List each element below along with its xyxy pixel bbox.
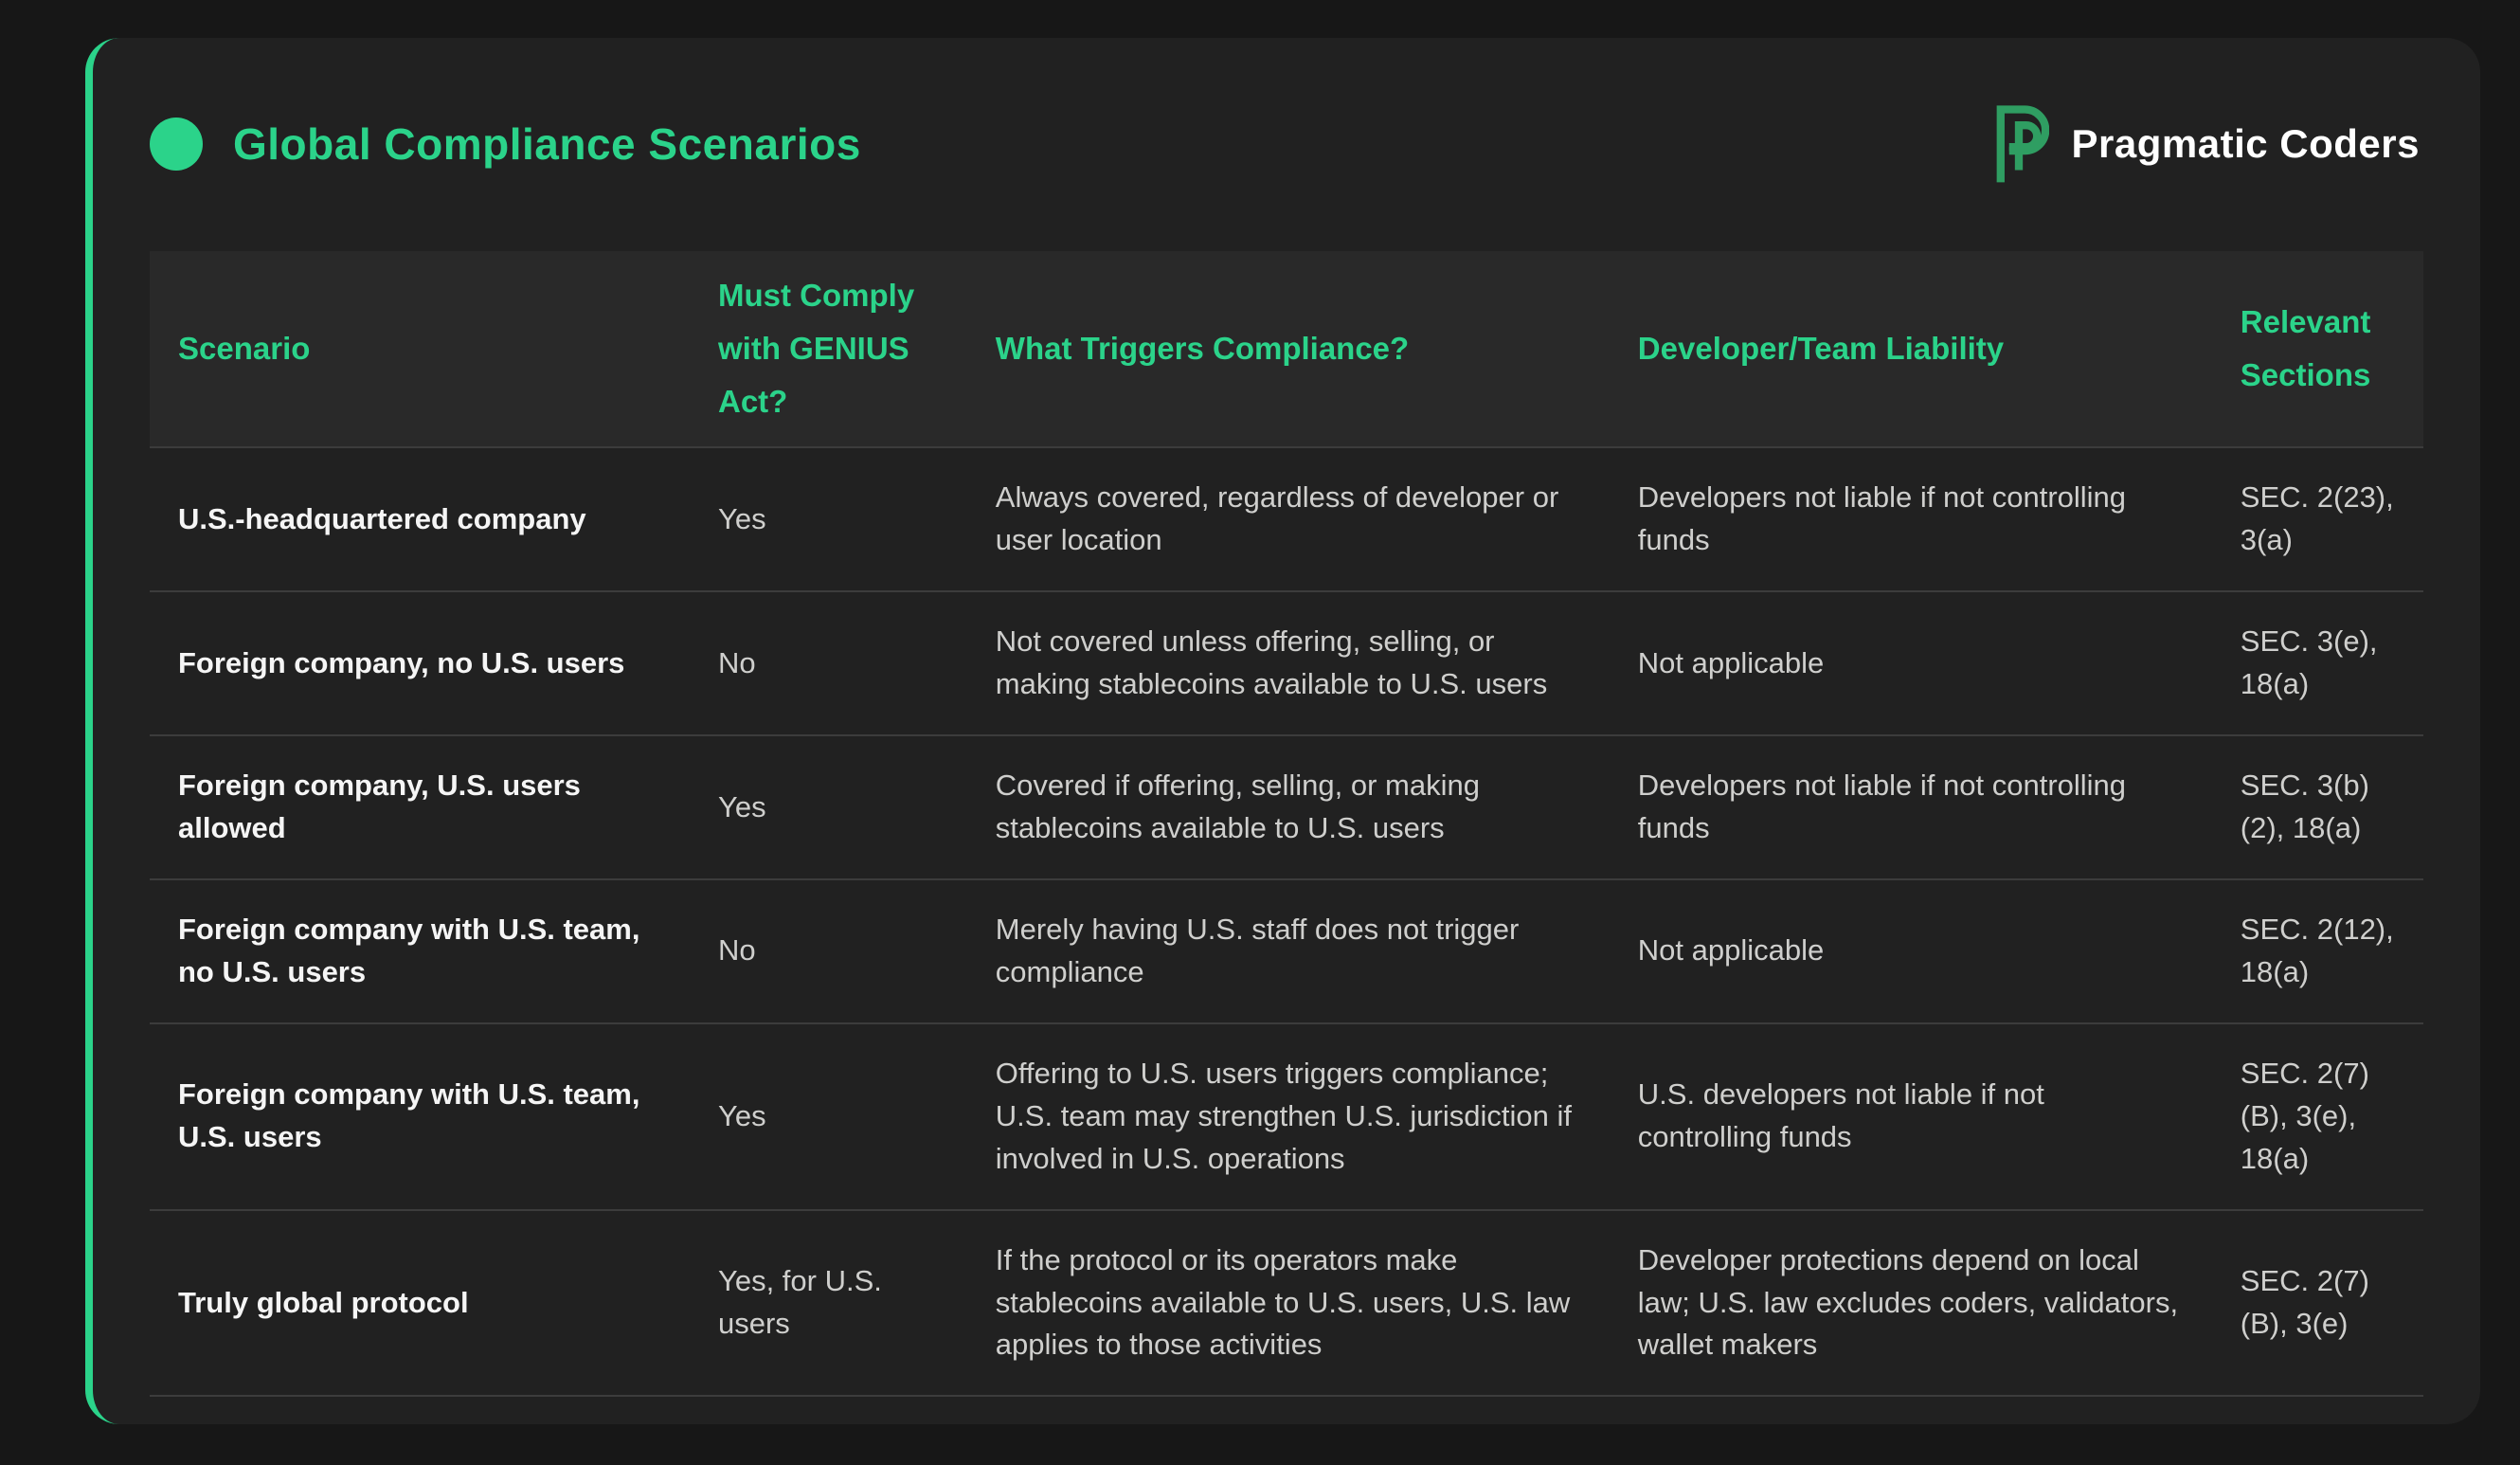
table-row: Foreign company, U.S. users allowed Yes …	[150, 735, 2423, 879]
cell-sections: SEC. 2(23), 3(a)	[2212, 447, 2423, 591]
col-header-triggers: What Triggers Compliance?	[967, 251, 1610, 447]
cell-triggers: If the protocol or its operators make st…	[967, 1210, 1610, 1397]
green-dot-icon	[150, 118, 203, 171]
compliance-card: Global Compliance Scenarios Pragmatic Co…	[85, 38, 2480, 1424]
cell-liability: Developer protections depend on local la…	[1610, 1210, 2212, 1397]
table-row: Foreign company with U.S. team, no U.S. …	[150, 879, 2423, 1023]
cell-triggers: Not covered unless offering, selling, or…	[967, 591, 1610, 735]
table-row: Truly global protocol Yes, for U.S. user…	[150, 1210, 2423, 1397]
cell-scenario: Foreign company, U.S. users allowed	[150, 735, 690, 879]
cell-sections: SEC. 2(12), 18(a)	[2212, 879, 2423, 1023]
cell-scenario: Truly global protocol	[150, 1210, 690, 1397]
pragmatic-coders-logo-icon	[1989, 104, 2049, 184]
cell-scenario: Foreign company, no U.S. users	[150, 591, 690, 735]
cell-comply: Yes	[690, 447, 967, 591]
cell-triggers: Covered if offering, selling, or making …	[967, 735, 1610, 879]
cell-triggers: Always covered, regardless of developer …	[967, 447, 1610, 591]
cell-triggers: Merely having U.S. staff does not trigge…	[967, 879, 1610, 1023]
cell-comply: No	[690, 591, 967, 735]
cell-sections: SEC. 2(7)(B), 3(e)	[2212, 1210, 2423, 1397]
table-row: U.S.-headquartered company Yes Always co…	[150, 447, 2423, 591]
cell-sections: SEC. 2(7)(B), 3(e), 18(a)	[2212, 1023, 2423, 1210]
table-header: Scenario Must Comply with GENIUS Act? Wh…	[150, 251, 2423, 447]
table-row: Foreign company with U.S. team, U.S. use…	[150, 1023, 2423, 1210]
cell-comply: No	[690, 879, 967, 1023]
cell-comply: Yes	[690, 1023, 967, 1210]
compliance-table: Scenario Must Comply with GENIUS Act? Wh…	[150, 251, 2423, 1397]
cell-sections: SEC. 3(e), 18(a)	[2212, 591, 2423, 735]
table-body: U.S.-headquartered company Yes Always co…	[150, 447, 2423, 1396]
col-header-liability: Developer/Team Liability	[1610, 251, 2212, 447]
cell-liability: U.S. developers not liable if not contro…	[1610, 1023, 2212, 1210]
col-header-scenario: Scenario	[150, 251, 690, 447]
col-header-sections: Relevant Sections	[2212, 251, 2423, 447]
cell-liability: Developers not liable if not controlling…	[1610, 447, 2212, 591]
title-block: Global Compliance Scenarios	[150, 118, 861, 171]
card-header: Global Compliance Scenarios Pragmatic Co…	[93, 38, 2480, 184]
brand-logo: Pragmatic Coders	[1989, 104, 2420, 184]
cell-scenario: U.S.-headquartered company	[150, 447, 690, 591]
cell-liability: Developers not liable if not controlling…	[1610, 735, 2212, 879]
cell-scenario: Foreign company with U.S. team, no U.S. …	[150, 879, 690, 1023]
cell-comply: Yes, for U.S. users	[690, 1210, 967, 1397]
cell-comply: Yes	[690, 735, 967, 879]
page-title: Global Compliance Scenarios	[233, 118, 861, 170]
col-header-comply: Must Comply with GENIUS Act?	[690, 251, 967, 447]
cell-sections: SEC. 3(b)(2), 18(a)	[2212, 735, 2423, 879]
header-row: Scenario Must Comply with GENIUS Act? Wh…	[150, 251, 2423, 447]
cell-scenario: Foreign company with U.S. team, U.S. use…	[150, 1023, 690, 1210]
cell-liability: Not applicable	[1610, 879, 2212, 1023]
cell-liability: Not applicable	[1610, 591, 2212, 735]
cell-triggers: Offering to U.S. users triggers complian…	[967, 1023, 1610, 1210]
brand-name: Pragmatic Coders	[2072, 121, 2420, 167]
table-row: Foreign company, no U.S. users No Not co…	[150, 591, 2423, 735]
